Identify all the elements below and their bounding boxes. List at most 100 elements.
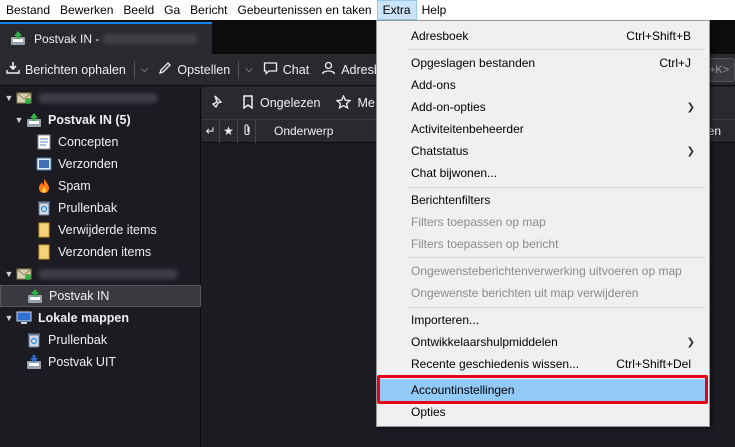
menu-item-label: Add-ons xyxy=(411,78,456,92)
menu-separator xyxy=(407,49,705,50)
account-name-redacted xyxy=(38,269,178,279)
attachment-column[interactable] xyxy=(238,119,256,143)
menu-separator xyxy=(407,307,705,308)
menu-bestand[interactable]: Bestand xyxy=(0,0,55,20)
chevron-right-icon: ❯ xyxy=(686,336,695,348)
folder-pane: ▼ ▼ Postvak IN (5) Concepten Verzonden S… xyxy=(0,87,201,447)
menu-item-label: Chat bijwonen... xyxy=(411,166,498,180)
account-1-row[interactable]: ▼ xyxy=(0,87,201,109)
chevron-down-icon[interactable]: ⌵ xyxy=(241,64,257,75)
menu-item-saved-files[interactable]: Opgeslagen bestanden Ctrl+J xyxy=(379,52,707,74)
menu-item-label: Opgeslagen bestanden xyxy=(411,56,536,70)
computer-icon xyxy=(16,310,32,326)
folder-outbox[interactable]: Postvak UIT xyxy=(0,351,201,373)
unread-filter-button[interactable]: Ongelezen xyxy=(234,91,328,115)
sent-icon xyxy=(36,156,52,172)
folder-icon xyxy=(36,222,52,238)
get-messages-button[interactable]: Berichten ophalen xyxy=(0,57,132,83)
menu-bewerken[interactable]: Bewerken xyxy=(55,0,118,20)
menu-item-label: Opties xyxy=(411,405,446,419)
chevron-down-icon[interactable]: ▼ xyxy=(4,313,14,323)
menu-item-shortcut: Ctrl+Shift+B xyxy=(626,29,691,43)
folder-label: Concepten xyxy=(58,135,119,149)
folder-inbox-2[interactable]: Postvak IN xyxy=(0,285,201,307)
folder-trash[interactable]: Prullenbak xyxy=(0,197,201,219)
menu-item-addons[interactable]: Add-ons xyxy=(379,74,707,96)
chevron-down-icon[interactable]: ▼ xyxy=(14,115,24,125)
drafts-icon xyxy=(36,134,52,150)
menu-item-join-chat[interactable]: Chat bijwonen... xyxy=(379,162,707,184)
folder-deleted-items[interactable]: Verwijderde items xyxy=(0,219,201,241)
pin-filter-button[interactable] xyxy=(202,91,234,115)
starred-filter-label: Me xyxy=(357,96,375,110)
chevron-down-icon[interactable]: ▼ xyxy=(4,269,14,279)
menu-gebeurtenissen[interactable]: Gebeurtenissen en taken xyxy=(233,0,377,20)
menu-item-label: Importeren... xyxy=(411,313,480,327)
menu-beeld[interactable]: Beeld xyxy=(118,0,159,20)
paperclip-icon xyxy=(243,123,251,139)
menu-help[interactable]: Help xyxy=(417,0,452,20)
chat-label: Chat xyxy=(282,62,310,77)
menu-item-chat-status[interactable]: Chatstatus ❯ xyxy=(379,140,707,162)
folder-sent-items[interactable]: Verzonden items xyxy=(0,241,201,263)
chevron-down-icon[interactable]: ▼ xyxy=(4,93,14,103)
menu-item-options[interactable]: Opties xyxy=(379,401,707,423)
menu-item-address-book[interactable]: Adresboek Ctrl+Shift+B xyxy=(379,25,707,47)
search-shortcut-hint: +K> xyxy=(709,64,730,76)
tab-inbox[interactable]: Postvak IN - xyxy=(0,22,212,54)
menu-item-label: Ongewensteberichtenverwerking uitvoeren … xyxy=(411,264,682,278)
star-icon xyxy=(335,93,353,112)
compose-button[interactable]: Opstellen xyxy=(152,57,236,83)
menu-bericht[interactable]: Bericht xyxy=(185,0,232,20)
account-name-redacted xyxy=(38,93,158,103)
folder-label: Verwijderde items xyxy=(58,223,157,237)
folder-label: Verzonden xyxy=(58,157,118,171)
folder-inbox[interactable]: ▼ Postvak IN (5) xyxy=(0,109,201,131)
menu-extra[interactable]: Extra xyxy=(376,0,417,20)
folder-label: Prullenbak xyxy=(48,333,108,347)
menu-item-clear-recent-history[interactable]: Recente geschiedenis wissen... Ctrl+Shif… xyxy=(379,353,707,375)
address-book-label: Adresb xyxy=(341,62,381,77)
menu-bar: Bestand Bewerken Beeld Ga Bericht Gebeur… xyxy=(0,0,735,20)
menu-item-delete-junk: Ongewenste berichten uit map verwijderen xyxy=(379,282,707,304)
menu-item-message-filters[interactable]: Berichtenfilters xyxy=(379,189,707,211)
folder-label: Postvak IN (5) xyxy=(48,113,131,127)
contacts-icon xyxy=(321,61,336,78)
thread-column[interactable]: ↵ xyxy=(202,119,220,143)
menu-item-apply-filters-message: Filters toepassen op bericht xyxy=(379,233,707,255)
menu-item-label: Berichtenfilters xyxy=(411,193,491,207)
folder-spam[interactable]: Spam xyxy=(0,175,201,197)
folder-local-trash[interactable]: Prullenbak xyxy=(0,329,201,351)
unread-filter-label: Ongelezen xyxy=(260,96,321,110)
chevron-right-icon: ❯ xyxy=(686,145,695,157)
menu-item-developer-tools[interactable]: Ontwikkelaarshulpmiddelen ❯ xyxy=(379,331,707,353)
outbox-icon xyxy=(26,354,42,370)
toolbar-separator xyxy=(133,60,135,79)
menu-item-import[interactable]: Importeren... xyxy=(379,309,707,331)
menu-item-shortcut: Ctrl+Shift+Del xyxy=(616,357,691,371)
trash-icon xyxy=(26,332,42,348)
folder-label: Prullenbak xyxy=(58,201,118,215)
local-folders-row[interactable]: ▼ Lokale mappen xyxy=(0,307,201,329)
get-messages-label: Berichten ophalen xyxy=(25,62,126,77)
menu-item-activity-manager[interactable]: Activiteitenbeheerder xyxy=(379,118,707,140)
menu-item-label: Recente geschiedenis wissen... xyxy=(411,357,580,371)
star-column[interactable]: ★ xyxy=(220,119,238,143)
folder-label: Postvak IN xyxy=(49,289,110,303)
menu-item-label: Filters toepassen op bericht xyxy=(411,237,559,251)
toolbar-separator xyxy=(238,60,240,79)
menu-item-label: Filters toepassen op map xyxy=(411,215,546,229)
trash-icon xyxy=(36,200,52,216)
account-2-row[interactable]: ▼ xyxy=(0,263,201,285)
folder-sent[interactable]: Verzonden xyxy=(0,153,201,175)
starred-filter-button[interactable]: Me xyxy=(328,91,382,115)
tab-title: Postvak IN - xyxy=(34,32,100,46)
mail-account-icon xyxy=(16,266,32,282)
menu-item-addon-options[interactable]: Add-on-opties ❯ xyxy=(379,96,707,118)
folder-drafts[interactable]: Concepten xyxy=(0,131,201,153)
chat-button[interactable]: Chat xyxy=(257,57,315,83)
pin-icon xyxy=(210,94,226,113)
folder-label: Postvak UIT xyxy=(48,355,117,369)
chevron-down-icon[interactable]: ⌵ xyxy=(137,64,153,75)
menu-ga[interactable]: Ga xyxy=(159,0,185,20)
